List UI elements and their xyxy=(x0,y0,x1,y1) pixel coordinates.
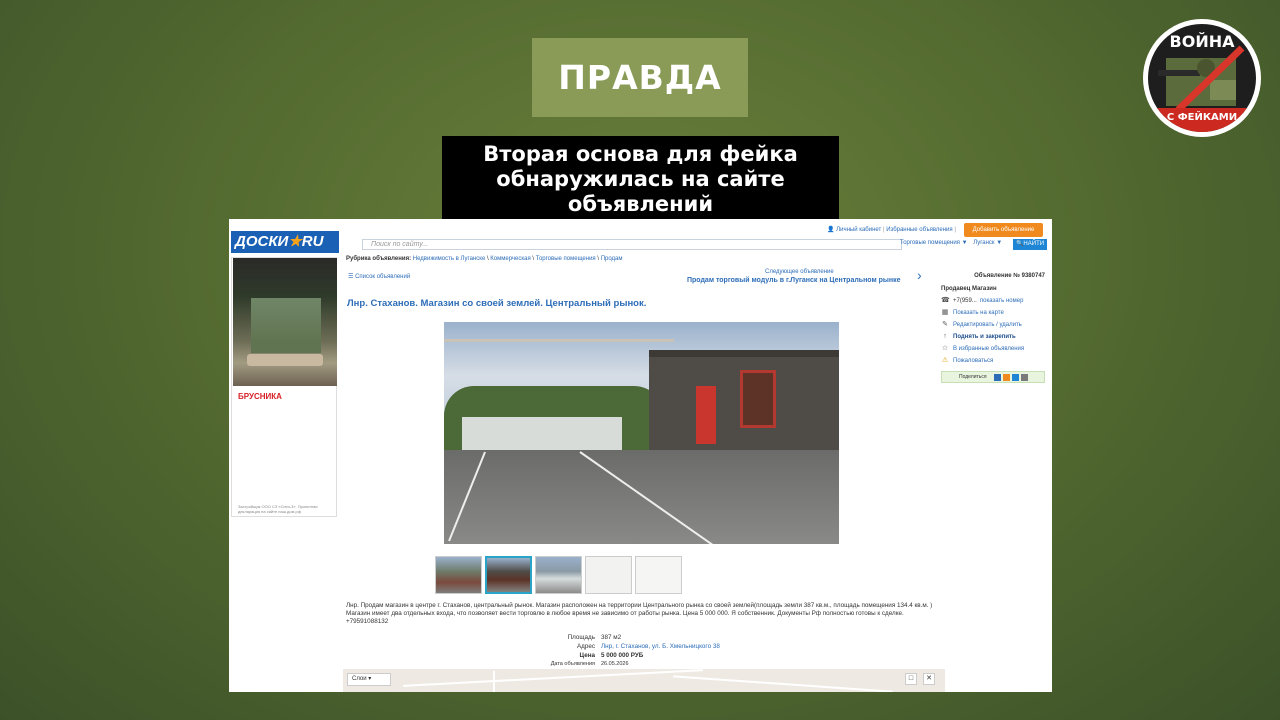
pencil-icon: ✎ xyxy=(942,321,948,328)
star-icon: ★ xyxy=(288,233,302,250)
report-link[interactable]: ⚠ Пожаловаться xyxy=(941,357,1051,364)
chevron-right-icon[interactable]: › xyxy=(917,267,922,283)
breadcrumb: Рубрика объявления: Недвижимость в Луган… xyxy=(346,256,623,262)
breadcrumb-item[interactable]: Продам xyxy=(601,256,623,262)
thumbnail[interactable] xyxy=(535,556,582,594)
user-icon: 👤 xyxy=(827,227,835,233)
banner-advert-text: Застройщик ООО СЗ «Сити-3». Проектная де… xyxy=(238,504,318,514)
action-label: Редактировать / удалить xyxy=(953,321,1022,328)
show-on-map-link[interactable]: ▦ Показать на карте xyxy=(941,309,1051,316)
thumbnail[interactable] xyxy=(635,556,682,594)
fullscreen-icon[interactable]: □ xyxy=(905,673,917,685)
search-input[interactable]: Поиск по сайту... xyxy=(362,239,902,250)
breadcrumb-prefix: Рубрика объявления: xyxy=(346,256,412,262)
property-row: Адрес Лнр, г. Стаханов, ул. Б. Хмельницко… xyxy=(529,642,720,651)
next-listing-title[interactable]: Продам торговый модуль в г.Луганск на Це… xyxy=(687,277,901,284)
listing-screenshot: ДОСКИ★RU 👤 Личный кабинет | Избранные об… xyxy=(229,219,1052,692)
property-row: Площадь 387 м2 xyxy=(529,633,720,642)
listing-sidebar: Объявление № 9380747 Продавец Магазин ☎ … xyxy=(941,273,1051,383)
site-logo[interactable]: ДОСКИ★RU xyxy=(231,231,339,253)
caption-box: Вторая основа для фейка обнаружилась на … xyxy=(442,136,839,220)
caption-line: Вторая основа для фейка xyxy=(483,142,798,166)
property-key: Дата объявления xyxy=(550,661,595,667)
banner-brand: БРУСНИКА xyxy=(238,392,282,401)
property-value: 5 000 000 РУБ xyxy=(601,652,644,659)
ad-number: Объявление № 9380747 xyxy=(974,273,1045,279)
location-map[interactable]: Слои ▾ □ ✕ xyxy=(343,669,945,692)
phone-icon: ☎ xyxy=(941,297,950,304)
listing-properties: Площадь 387 м2 Адрес Лнр, г. Стаханов, ул.… xyxy=(529,633,720,669)
address-link[interactable]: Лнр, г. Стаханов, ул. Б. Хмельницкого 38 xyxy=(601,642,720,651)
star-icon: ☆ xyxy=(941,345,949,352)
search-filters: Торговые помещения ▼ Луганск ▼ xyxy=(900,240,1002,246)
property-key: Площадь xyxy=(567,634,595,641)
search-button[interactable]: 🔍НАЙТИ xyxy=(1013,239,1047,250)
listings-link-label: Список объявлений xyxy=(355,274,411,280)
add-listing-button[interactable]: Добавить объявление xyxy=(964,223,1043,237)
show-number-link[interactable]: показать номер xyxy=(980,298,1024,304)
warning-icon: ⚠ xyxy=(941,357,949,364)
caption-line: объявлений xyxy=(567,192,714,217)
action-label: В избранные объявления xyxy=(953,345,1025,352)
edit-listing-link[interactable]: ✎ Редактировать / удалить xyxy=(941,321,1051,328)
search-button-label: НАЙТИ xyxy=(1023,241,1045,247)
boost-listing-link[interactable]: ↑ Поднять и закрепить xyxy=(941,333,1051,340)
mail-share-icon[interactable] xyxy=(1012,374,1019,381)
share-label: Поделиться xyxy=(959,374,987,380)
rocket-icon: ↑ xyxy=(943,333,947,340)
map-icon: ▦ xyxy=(941,309,949,316)
listing-title: Лнр. Стаханов. Магазин со своей землей. … xyxy=(347,298,647,309)
listing-description: Лнр. Продам магазин в центре г. Стаханов… xyxy=(346,602,933,625)
share-bar: Поделиться xyxy=(941,371,1045,383)
breadcrumb-item[interactable]: Торговые помещения xyxy=(536,256,596,262)
listings-link[interactable]: ☰ Список объявлений xyxy=(348,273,410,280)
favorites-link[interactable]: Избранные объявления xyxy=(886,227,952,233)
caption-line: обнаружилась на сайте xyxy=(496,167,785,192)
phone-row: ☎ +7(959... показать номер xyxy=(941,297,1051,304)
property-key: Цена xyxy=(579,652,595,659)
site-logo-text: ДОСКИ xyxy=(235,233,289,250)
vk-share-icon[interactable] xyxy=(994,374,1001,381)
add-favorite-link[interactable]: ☆ В избранные объявления xyxy=(941,345,1051,352)
channel-logo: ВОЙНА С ФЕЙКАМИ xyxy=(1143,19,1261,137)
thumbnail[interactable] xyxy=(435,556,482,594)
property-row: Цена 5 000 000 РУБ xyxy=(529,651,720,660)
ok-share-icon[interactable] xyxy=(1003,374,1010,381)
top-links: 👤 Личный кабинет | Избранные объявления … xyxy=(827,227,956,233)
category-filter[interactable]: Торговые помещения ▼ xyxy=(900,240,968,246)
verdict-badge: ПРАВДА xyxy=(532,38,748,117)
site-logo-suffix: RU xyxy=(301,233,324,250)
action-label: Поднять и закрепить xyxy=(953,333,1016,340)
property-value: 26.05.2026 xyxy=(601,661,629,667)
banner-image xyxy=(233,258,337,386)
property-key: Адрес xyxy=(576,643,595,650)
listing-main-photo[interactable] xyxy=(444,322,839,544)
breadcrumb-item[interactable]: Недвижимость в Луганске xyxy=(413,256,486,262)
link-share-icon[interactable] xyxy=(1021,374,1028,381)
phone-number: +7(959... xyxy=(953,297,977,304)
thumbnail[interactable] xyxy=(585,556,632,594)
property-value: 387 м2 xyxy=(601,634,622,641)
map-layers-button[interactable]: Слои ▾ xyxy=(347,673,391,686)
action-label: Пожаловаться xyxy=(953,357,994,364)
logo-subtitle: С ФЕЙКАМИ xyxy=(1166,112,1238,123)
city-filter[interactable]: Луганск ▼ xyxy=(973,240,1002,246)
thumbnail[interactable] xyxy=(485,556,532,594)
list-icon: ☰ xyxy=(348,274,354,280)
seller-name: Продавец Магазин xyxy=(941,286,997,292)
property-row: Дата объявления 26.05.2026 xyxy=(529,660,720,669)
close-icon[interactable]: ✕ xyxy=(923,673,935,685)
action-label: Показать на карте xyxy=(953,309,1004,316)
breadcrumb-item[interactable]: Коммерческая xyxy=(490,256,530,262)
cabinet-link[interactable]: Личный кабинет xyxy=(836,227,881,233)
ad-banner[interactable]: БРУСНИКА Застройщик ООО СЗ «Сити-3». Про… xyxy=(231,257,337,517)
next-listing-caption[interactable]: Следующее объявление xyxy=(765,269,834,275)
